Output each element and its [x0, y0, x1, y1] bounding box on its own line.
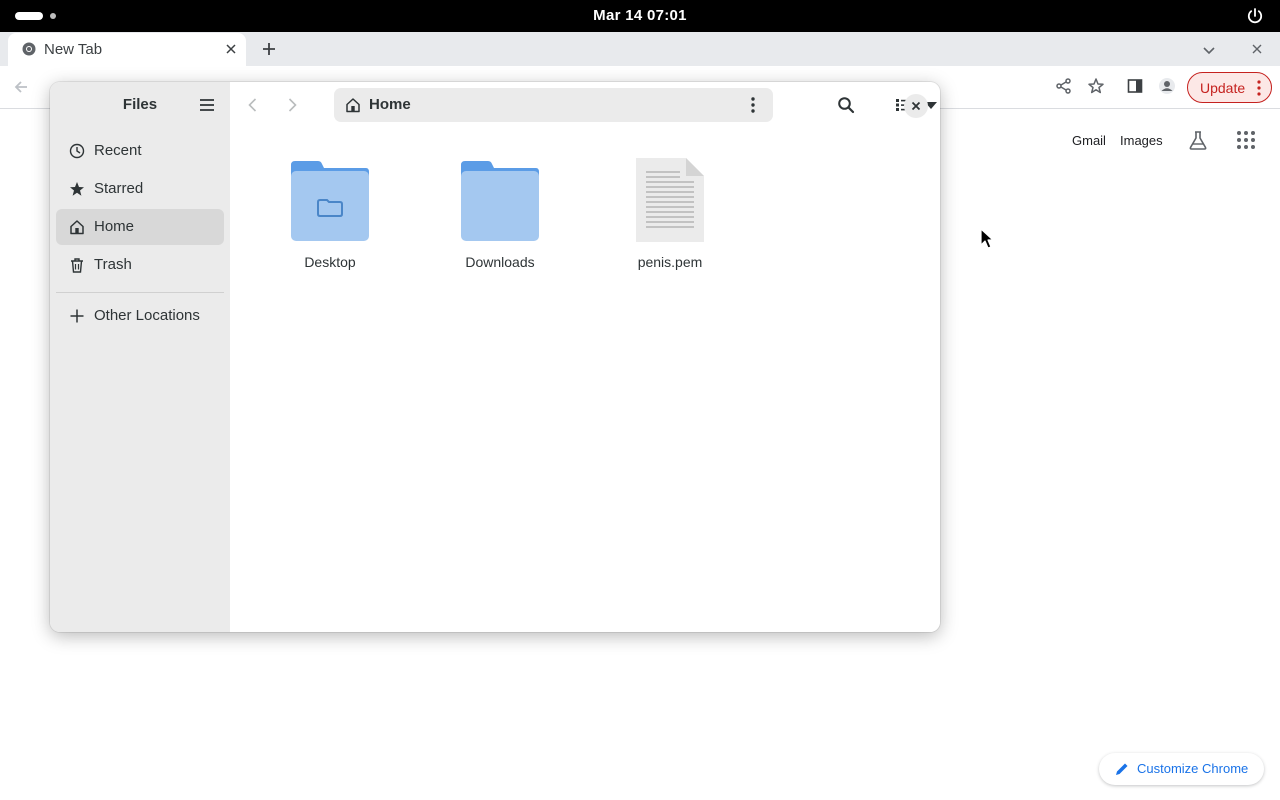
clock[interactable]: Mar 14 07:01: [0, 7, 1280, 24]
sidebar-item-recent[interactable]: Recent: [56, 133, 224, 169]
update-label: Update: [1200, 80, 1246, 96]
search-icon[interactable]: [837, 96, 855, 114]
text-file-icon: [636, 158, 704, 242]
images-link[interactable]: Images: [1120, 133, 1163, 148]
sidebar-item-label: Other Locations: [94, 307, 200, 324]
sidebar-item-trash[interactable]: Trash: [56, 247, 224, 283]
sidebar-item-label: Trash: [94, 256, 132, 273]
item-name: Downloads: [465, 254, 535, 270]
sidebar-item-label: Recent: [94, 142, 142, 159]
home-icon: [346, 98, 360, 113]
sidebar-item-home[interactable]: Home: [56, 209, 224, 245]
gmail-link[interactable]: Gmail: [1072, 133, 1106, 148]
close-icon: [911, 101, 921, 111]
flask-icon[interactable]: [1187, 129, 1209, 151]
hamburger-menu-icon[interactable]: [199, 98, 215, 112]
chrome-icon: [22, 42, 36, 56]
folder-item-desktop[interactable]: Desktop: [265, 158, 395, 278]
home-icon: [70, 220, 84, 235]
back-arrow-icon[interactable]: [12, 78, 30, 96]
item-name: penis.pem: [637, 254, 703, 270]
sidebar-item-other-locations[interactable]: Other Locations: [56, 298, 224, 334]
close-icon[interactable]: [1251, 43, 1263, 55]
tab-title: New Tab: [44, 41, 103, 58]
gnome-top-bar: Mar 14 07:01: [0, 0, 1280, 32]
chrome-tab-strip: New Tab: [0, 32, 1280, 66]
folder-icon: [291, 161, 369, 241]
clock-icon: [69, 143, 85, 159]
files-window: Files Recent Starred Home Trash Other Lo…: [50, 82, 940, 632]
star-icon: [70, 182, 84, 196]
sidebar-item-label: Starred: [94, 180, 144, 197]
side-panel-icon[interactable]: [1126, 77, 1144, 95]
more-vertical-icon[interactable]: [751, 97, 755, 113]
mouse-pointer-icon: [980, 228, 994, 249]
file-item-pem[interactable]: penis.pem: [605, 158, 735, 278]
customize-chrome-label: Customize Chrome: [1137, 761, 1249, 776]
close-icon[interactable]: [224, 42, 238, 56]
tab-new-tab[interactable]: New Tab: [8, 33, 246, 66]
pencil-icon: [1116, 763, 1128, 775]
sidebar-item-label: Home: [94, 218, 135, 235]
files-header-bar: Home: [230, 82, 940, 128]
back-icon[interactable]: [244, 96, 262, 114]
apps-grid-icon[interactable]: [1235, 129, 1257, 151]
folder-icon: [461, 161, 539, 241]
sidebar-divider: [56, 292, 224, 293]
item-name: Desktop: [304, 254, 356, 270]
customize-chrome-button[interactable]: Customize Chrome: [1099, 753, 1264, 785]
forward-icon[interactable]: [283, 96, 301, 114]
star-icon[interactable]: [1087, 77, 1105, 95]
plus-icon[interactable]: [261, 41, 277, 57]
files-sidebar: Files Recent Starred Home Trash Other Lo…: [50, 82, 230, 632]
kebab-menu-icon: [1257, 80, 1261, 96]
folder-item-downloads[interactable]: Downloads: [435, 158, 565, 278]
close-window-button[interactable]: [904, 94, 928, 118]
chevron-down-icon[interactable]: [1202, 43, 1216, 57]
share-icon[interactable]: [1055, 77, 1073, 95]
current-folder-label: Home: [369, 96, 411, 113]
trash-icon: [71, 258, 83, 273]
path-bar[interactable]: Home: [334, 88, 773, 122]
sidebar-item-starred[interactable]: Starred: [56, 171, 224, 207]
profile-icon[interactable]: [1158, 77, 1176, 95]
plus-icon: [70, 309, 84, 323]
power-icon[interactable]: [1246, 7, 1264, 25]
file-grid: Desktop Downloads penis.pem: [230, 128, 940, 632]
update-button[interactable]: Update: [1187, 72, 1272, 103]
